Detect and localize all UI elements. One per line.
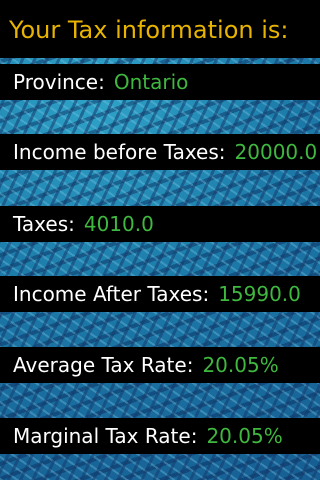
header-bar: Your Tax information is: xyxy=(0,0,320,58)
province-label: Province: xyxy=(13,70,105,94)
province-row: Province: Ontario xyxy=(0,64,320,100)
taxes-value: 4010.0 xyxy=(83,212,154,236)
income-before-taxes-row: Income before Taxes: 20000.0 xyxy=(0,134,320,170)
taxes-row: Taxes: 4010.0 xyxy=(0,206,320,242)
marginal-tax-rate-row: Marginal Tax Rate: 20.05% xyxy=(0,418,320,454)
income-after-taxes-row: Income After Taxes: 15990.0 xyxy=(0,276,320,312)
province-value: Ontario xyxy=(113,70,189,94)
average-tax-rate-value: 20.05% xyxy=(202,353,279,377)
average-tax-rate-label: Average Tax Rate: xyxy=(13,353,194,377)
income-after-taxes-value: 15990.0 xyxy=(218,282,301,306)
marginal-tax-rate-value: 20.05% xyxy=(206,424,283,448)
income-before-taxes-label: Income before Taxes: xyxy=(13,140,226,164)
income-after-taxes-label: Income After Taxes: xyxy=(13,282,210,306)
marginal-tax-rate-label: Marginal Tax Rate: xyxy=(13,424,198,448)
income-before-taxes-value: 20000.0 xyxy=(234,140,318,164)
taxes-label: Taxes: xyxy=(13,212,75,236)
page-title: Your Tax information is: xyxy=(9,16,289,44)
average-tax-rate-row: Average Tax Rate: 20.05% xyxy=(0,347,320,383)
